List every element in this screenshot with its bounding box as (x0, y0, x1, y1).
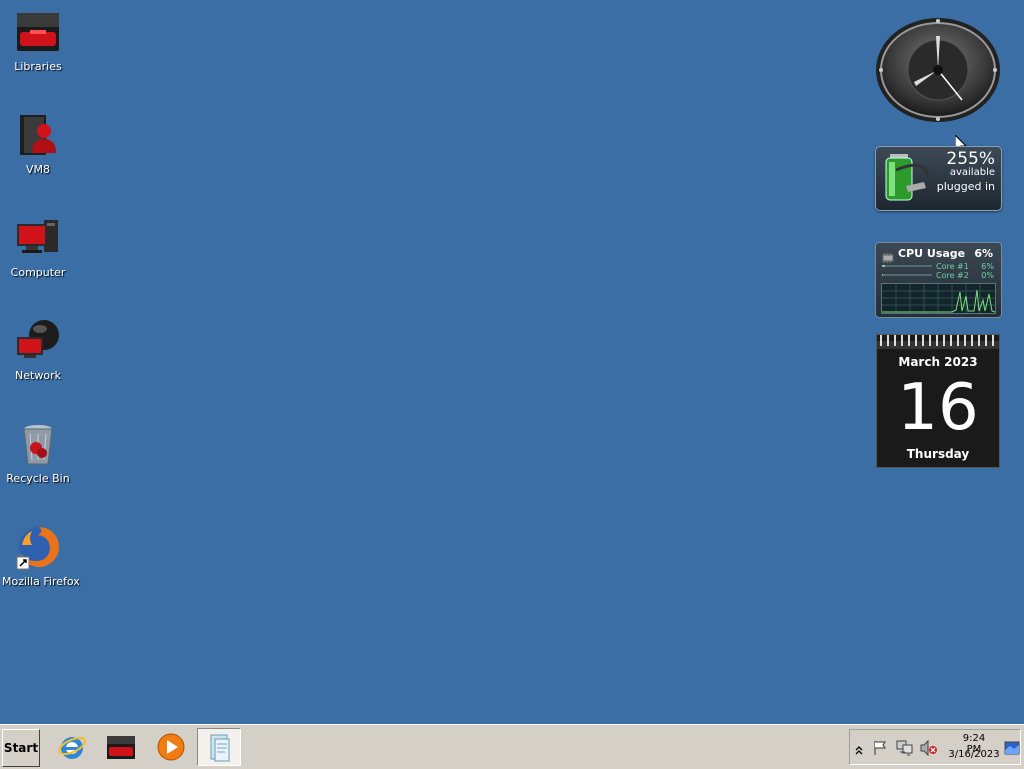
show-desktop-icon[interactable] (1004, 740, 1020, 759)
core-2-label: Core #2 (936, 271, 969, 280)
core-1-bar (882, 265, 932, 267)
user-folder-icon (14, 111, 62, 159)
core-1-label: Core #1 (936, 262, 969, 271)
desktop-icon-network[interactable]: Network (2, 309, 74, 399)
core-2-value: 0% (981, 271, 994, 280)
cpu-usage-gadget[interactable]: CPU Usage 6% Core #1 6% Core #2 0% (875, 242, 1002, 318)
tray-clock-date[interactable]: 3/16/2023 (948, 749, 1000, 760)
media-player-icon (157, 733, 185, 761)
clock-gadget[interactable] (874, 16, 1002, 124)
internet-explorer-icon (58, 736, 86, 759)
core-2-bar (882, 274, 932, 276)
taskbar: Start 9:24 PM 3/16/2023 (0, 724, 1024, 769)
desktop-icon-vm8[interactable]: VM8 (2, 103, 74, 193)
libraries-folder-icon (107, 736, 135, 759)
libraries-icon (14, 8, 62, 56)
desktop-icon-label: Network (15, 369, 61, 382)
system-tray: 9:24 PM 3/16/2023 (849, 729, 1021, 765)
volume-muted-icon[interactable] (920, 739, 938, 760)
taskbar-media-player[interactable] (149, 728, 193, 766)
cpu-usage-title: CPU Usage (898, 247, 966, 260)
core-2-row: Core #2 0% (936, 271, 994, 280)
battery-plug-icon (884, 152, 930, 208)
desktop-icon-label: Mozilla Firefox (2, 575, 80, 588)
desktop-icon-label: Computer (10, 266, 66, 279)
desktop-icon-label: VM8 (25, 163, 50, 176)
taskbar-libraries[interactable] (99, 728, 143, 766)
recycle-bin-icon (14, 420, 62, 468)
network-icon (14, 317, 62, 365)
taskbar-active-window[interactable] (197, 728, 241, 766)
calendar-gadget[interactable]: March 2023 16 Thursday (876, 334, 1000, 468)
network-tray-icon[interactable] (896, 740, 914, 760)
desktop-icon-label: Recycle Bin (6, 472, 70, 485)
core-2-bar-fill (882, 274, 883, 276)
calendar-month: March 2023 (898, 355, 978, 369)
cpu-usage-total: 6% (974, 247, 993, 260)
battery-gadget[interactable]: 255% available plugged in (875, 146, 1002, 211)
core-1-value: 6% (981, 262, 994, 271)
taskbar-internet-explorer[interactable] (50, 728, 94, 766)
cpu-history-graph (881, 283, 996, 314)
desktop-icon-label: Libraries (14, 60, 62, 73)
action-center-flag-icon[interactable] (872, 740, 888, 760)
calendar-day: 16 (897, 371, 979, 445)
core-1-row: Core #1 6% (936, 262, 994, 271)
core-1-bar-fill (882, 265, 885, 267)
desktop-icon-libraries[interactable]: Libraries (2, 0, 74, 90)
battery-status-plugged: plugged in (936, 180, 995, 193)
desktop-icon-firefox[interactable]: Mozilla Firefox (2, 515, 80, 605)
clock-face-icon (876, 18, 1000, 122)
computer-icon (14, 214, 62, 262)
desktop-icon-computer[interactable]: Computer (2, 206, 74, 296)
calendar-weekday: Thursday (906, 447, 970, 461)
battery-percent: 255% (946, 149, 995, 169)
start-button[interactable]: Start (2, 729, 40, 767)
document-window-icon (210, 734, 230, 762)
desktop-icon-recycle-bin[interactable]: Recycle Bin (2, 412, 74, 502)
battery-status-available: available (949, 167, 995, 178)
firefox-icon (14, 523, 62, 571)
calendar-rings-icon (877, 335, 999, 349)
show-hidden-icons-chevron-icon[interactable] (855, 741, 863, 760)
